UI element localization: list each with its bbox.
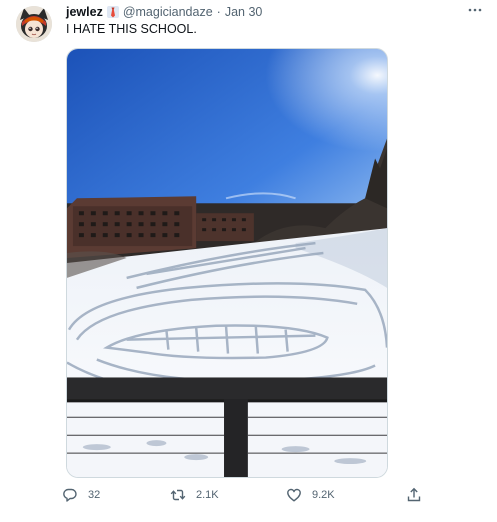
more-dots-icon[interactable] — [465, 2, 485, 18]
tweet-date[interactable]: Jan 30 — [225, 5, 263, 19]
reply-count: 32 — [88, 489, 101, 501]
tweet-header: jewlez @magiciandaze · Jan 30 — [66, 5, 262, 19]
retweet-button[interactable]: 2.1K — [170, 484, 219, 506]
handle[interactable]: @magiciandaze — [123, 5, 213, 19]
red-tie-emoji-icon — [106, 5, 120, 19]
retweet-count: 2.1K — [196, 489, 219, 501]
like-count: 9.2K — [312, 489, 335, 501]
retweet-icon — [170, 487, 186, 503]
reply-icon — [62, 487, 78, 503]
avatar[interactable] — [16, 6, 52, 42]
tweet-text: I HATE THIS SCHOOL. — [66, 22, 197, 36]
separator-dot: · — [216, 5, 221, 19]
tweet-photo[interactable] — [66, 48, 388, 478]
like-button[interactable]: 9.2K — [286, 484, 335, 506]
share-button[interactable] — [406, 484, 422, 506]
avatar-illustration — [16, 6, 52, 42]
share-icon — [406, 487, 422, 503]
heart-icon — [286, 487, 302, 503]
snow-campus-photo — [67, 49, 387, 477]
reply-button[interactable]: 32 — [62, 484, 100, 506]
tweet-card[interactable]: jewlez @magiciandaze · Jan 30 I HATE THI… — [0, 0, 497, 522]
tweet-actions: 32 2.1K 9.2K — [62, 484, 430, 506]
display-name[interactable]: jewlez — [66, 5, 103, 19]
